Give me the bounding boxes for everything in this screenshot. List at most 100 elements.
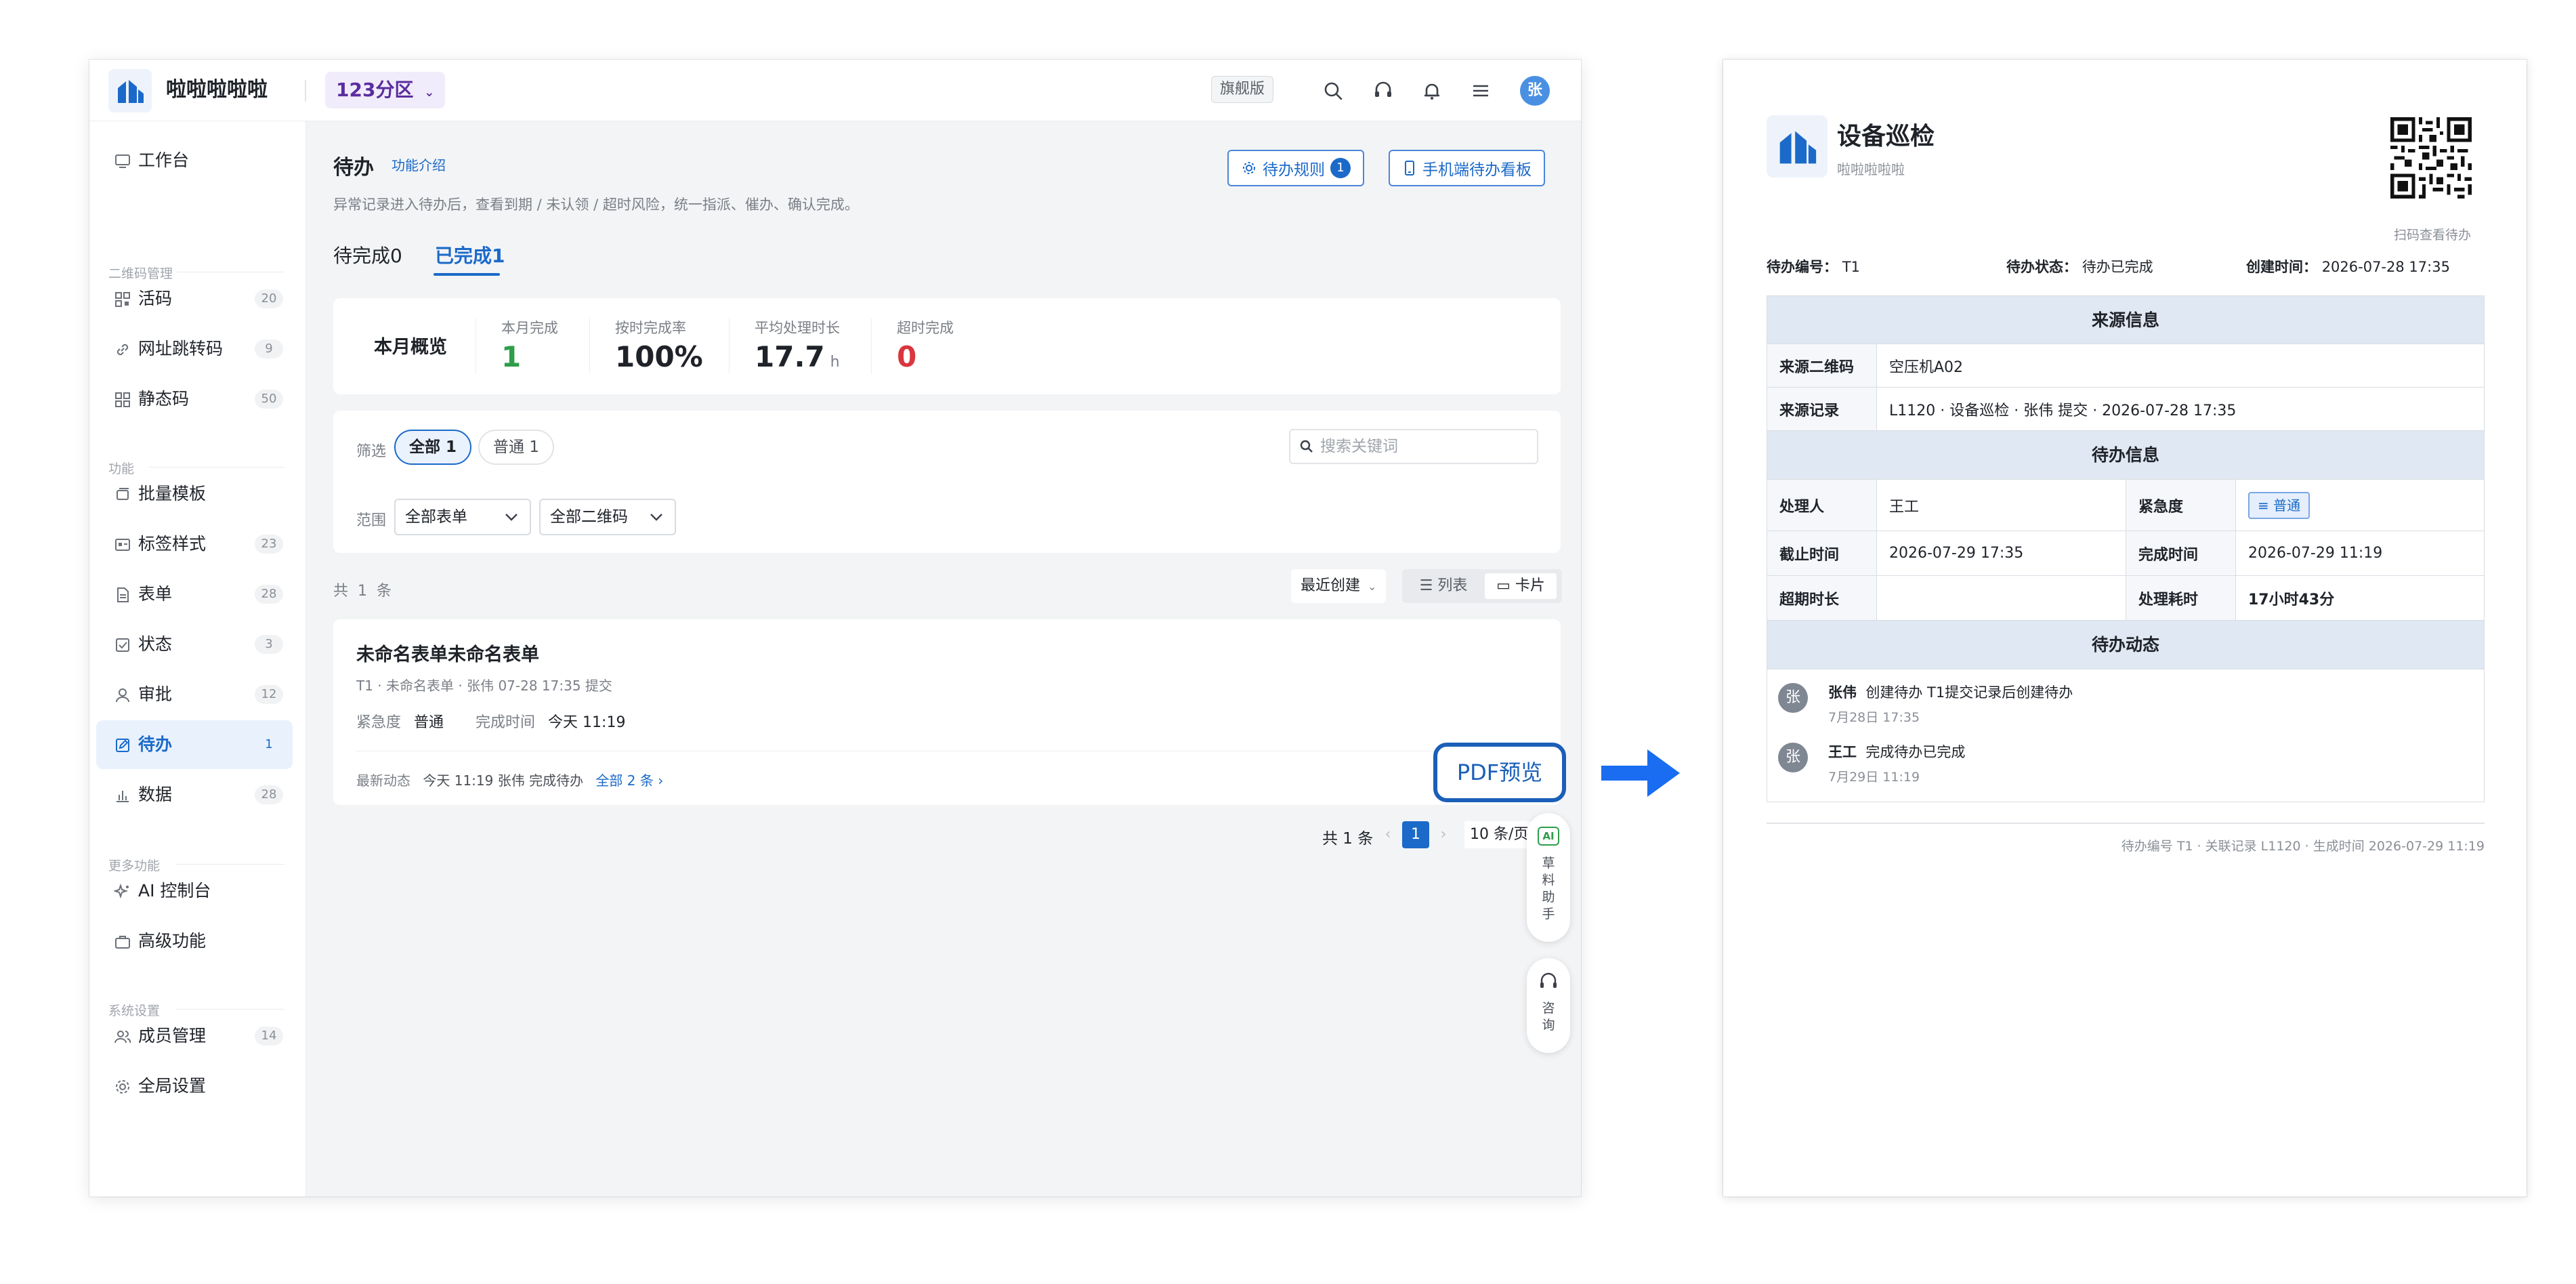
divider <box>176 1009 284 1010</box>
row-value: 2026-07-29 17:35 <box>1877 531 2126 575</box>
total-count: 1 <box>358 583 368 600</box>
sidebar-item-batch-template[interactable]: 批量模板 <box>96 470 293 518</box>
overview-heading: 本月概览 <box>374 337 447 358</box>
row-label: 处理耗时 <box>2126 576 2236 620</box>
tag-card-icon <box>115 539 130 551</box>
stat-completed-value: 1 <box>501 340 522 373</box>
total-suffix: 条 <box>377 583 392 600</box>
ai-assistant-button[interactable]: AI 草 料 助 手 <box>1527 813 1570 942</box>
filter-chip-normal[interactable]: 普通 1 <box>478 430 554 465</box>
todo-rules-button[interactable]: 待办规则 1 <box>1227 150 1364 186</box>
sidebar-item-todo[interactable]: 待办 1 <box>96 720 293 769</box>
document-subtitle: 啦啦啦啦啦 <box>1837 161 1905 178</box>
sidebar-item-advanced[interactable]: 高级功能 <box>96 917 293 966</box>
stat-ontime-value: 100% <box>615 340 703 373</box>
meta-label: 创建时间： <box>2246 259 2317 275</box>
sidebar-item-status[interactable]: 状态 3 <box>96 620 293 669</box>
feature-intro-link[interactable]: 功能介绍 <box>392 154 446 174</box>
handler-row: 处理人 王工 紧急度 ≡ 普通 <box>1767 480 2485 531</box>
form-select[interactable]: 全部表单 <box>394 499 531 535</box>
count-badge: 9 <box>255 339 283 358</box>
activity-text: 创建待办 T1提交记录后创建待办 <box>1865 684 2073 701</box>
activity-time: 7月28日 17:35 <box>1828 710 1920 725</box>
mobile-board-button[interactable]: 手机端待办看板 <box>1389 150 1545 186</box>
sidebar-item-label: 全局设置 <box>138 1076 207 1096</box>
view-list-button[interactable]: ☰ 列表 <box>1408 573 1479 599</box>
task-card[interactable]: 未命名表单未命名表单 T1 · 未命名表单 · 张伟 07-28 17:35 提… <box>333 619 1561 805</box>
sidebar-item-live-code[interactable]: 活码 20 <box>96 274 293 323</box>
chevron-down-icon <box>650 514 662 521</box>
row-label: 来源记录 <box>1767 388 1877 430</box>
menu-icon[interactable] <box>1467 77 1494 104</box>
app-logo[interactable] <box>108 69 152 112</box>
filter-chip-all[interactable]: 全部 1 <box>394 430 472 465</box>
page-size-select[interactable]: 10 条/页 <box>1464 821 1534 848</box>
activity-text: 今天 11:19 张伟 完成待办 <box>423 772 584 789</box>
consult-label: 咨 询 <box>1527 1000 1570 1034</box>
sidebar-item-workbench[interactable]: 工作台 <box>96 136 293 185</box>
qr-code-icon <box>115 292 130 307</box>
rules-count-badge: 1 <box>1330 158 1351 178</box>
chip-count: 1 <box>529 438 539 456</box>
urgency-value: 普通 <box>2273 497 2301 514</box>
button-label: 手机端待办看板 <box>1422 161 1532 179</box>
count-badge: 28 <box>255 785 283 804</box>
meta-value: T1 <box>1842 259 1860 275</box>
consult-button[interactable]: 咨 询 <box>1527 958 1570 1053</box>
field-label: 最新动态 <box>356 772 410 789</box>
monitor-icon <box>115 154 130 168</box>
label-char: 咨 <box>1542 1001 1555 1016</box>
field-label: 完成时间 <box>476 714 536 731</box>
chip-label: 全部 <box>409 438 440 456</box>
label-char: 料 <box>1542 873 1555 888</box>
sidebar-item-url-redirect[interactable]: 网址跳转码 9 <box>96 325 293 373</box>
all-activity-link[interactable]: 全部 2 条 › <box>595 772 663 789</box>
sidebar-item-label: AI 控制台 <box>138 881 211 900</box>
next-page-button[interactable]: › <box>1433 823 1454 847</box>
edit-icon <box>116 739 129 752</box>
chevron-down-icon: ⌄ <box>424 85 435 100</box>
count-badge: 20 <box>255 289 283 308</box>
activity-time: 7月29日 11:19 <box>1828 770 1920 785</box>
headset-icon[interactable] <box>1370 77 1397 104</box>
divider <box>729 318 730 374</box>
sidebar-item-approval[interactable]: 审批 12 <box>96 670 293 719</box>
phone-icon <box>1405 161 1414 175</box>
sidebar-item-form[interactable]: 表单 28 <box>96 570 293 619</box>
sort-dropdown[interactable]: 最近创建 ⌄ <box>1291 569 1387 603</box>
tab-pending[interactable]: 待完成0 <box>333 241 402 268</box>
page-number-current[interactable]: 1 <box>1402 821 1429 848</box>
tab-completed[interactable]: 已完成1 <box>435 241 505 268</box>
sparkle-icon <box>114 883 129 899</box>
workspace-selector[interactable]: 123分区 ⌄ <box>325 72 446 108</box>
view-toggle: ☰ 列表 ▭ 卡片 <box>1402 569 1562 603</box>
source-record-row: 来源记录 L1120 · 设备巡检 · 张伟 提交 · 2026-07-28 1… <box>1767 388 2485 431</box>
meta-value: 2026-07-28 17:35 <box>2321 259 2450 275</box>
deadline-row: 截止时间 2026-07-29 17:35 完成时间 2026-07-29 11… <box>1767 531 2485 576</box>
sidebar-item-label: 批量模板 <box>138 484 207 503</box>
view-card-button[interactable]: ▭ 卡片 <box>1485 573 1557 599</box>
task-title[interactable]: 未命名表单未命名表单 <box>356 640 539 666</box>
sidebar-item-data[interactable]: 数据 28 <box>96 770 293 819</box>
sort-value: 最近创建 <box>1301 577 1361 594</box>
user-avatar[interactable]: 张 <box>1520 76 1550 106</box>
edition-badge: 旗舰版 <box>1211 76 1274 103</box>
view-label: 列表 <box>1437 577 1468 594</box>
search-input[interactable]: 搜索关键词 <box>1289 429 1538 464</box>
pdf-preview-button[interactable]: PDF预览 <box>1433 743 1566 802</box>
page-title: 待办 <box>333 156 374 180</box>
sidebar-item-label-style[interactable]: 标签样式 23 <box>96 520 293 568</box>
label-char: 手 <box>1542 907 1555 921</box>
sidebar-item-members[interactable]: 成员管理 14 <box>96 1012 293 1060</box>
chevron-down-icon: ⌄ <box>1368 580 1377 593</box>
field-label: 紧急度 <box>356 714 402 731</box>
prev-page-button[interactable]: ‹ <box>1378 823 1398 847</box>
qrcode-select[interactable]: 全部二维码 <box>539 499 676 535</box>
overview-card: 本月概览 本月完成 1 按时完成率 100% 平均处理时长 17.7 h 超时完成… <box>333 298 1561 394</box>
bell-icon[interactable] <box>1418 77 1445 104</box>
sidebar-item-ai-console[interactable]: AI 控制台 <box>96 867 293 915</box>
sidebar-item-global-settings[interactable]: 全局设置 <box>96 1062 293 1111</box>
sidebar-item-static-code[interactable]: 静态码 50 <box>96 375 293 423</box>
search-icon[interactable] <box>1319 77 1347 104</box>
row-label: 超期时长 <box>1767 576 1877 620</box>
